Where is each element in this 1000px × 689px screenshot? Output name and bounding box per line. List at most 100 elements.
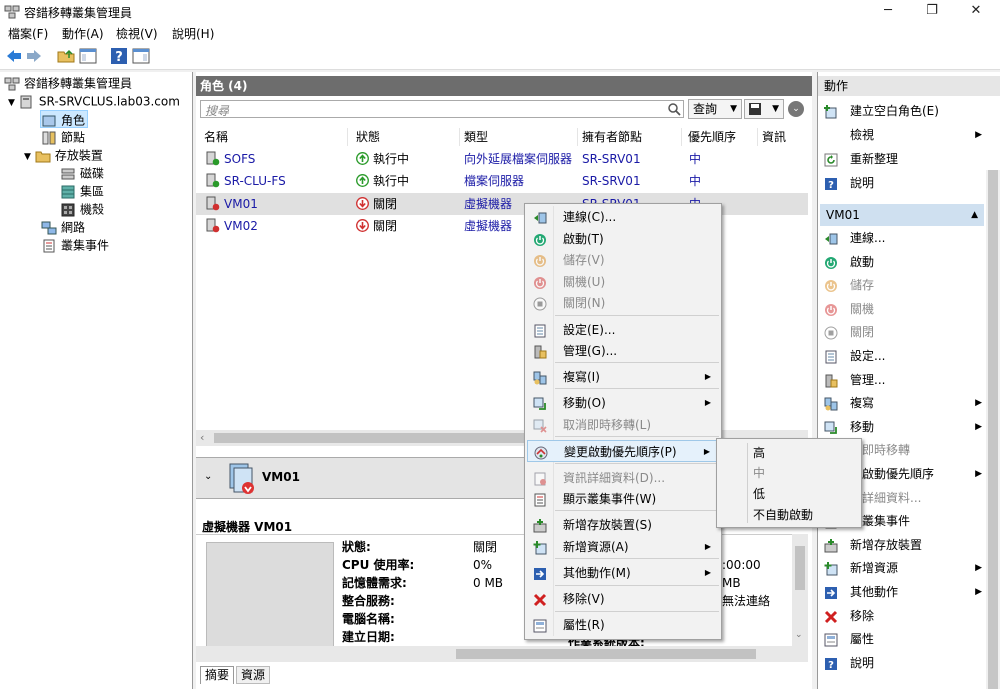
tree-item-cluster-events[interactable]: 叢集事件: [41, 236, 109, 254]
menu-item-manage[interactable]: 管理(G)...: [527, 340, 719, 362]
vm-action-item[interactable]: 啟動: [818, 251, 986, 273]
remove-icon: [824, 609, 838, 623]
vm-action-item[interactable]: 新增資源 ▶: [818, 557, 986, 579]
menu-item-replicate[interactable]: 複寫(I) ▶: [527, 366, 719, 388]
search-icon[interactable]: [667, 102, 681, 116]
menu-item-add-resource[interactable]: 新增資源(A) ▶: [527, 536, 719, 558]
tab-summary[interactable]: 摘要: [200, 666, 235, 684]
tree-root[interactable]: 容錯移轉叢集管理員: [4, 74, 132, 92]
menu-item-more-actions[interactable]: 其他動作(M) ▶: [527, 562, 719, 584]
menu-item-add-storage[interactable]: 新增存放裝置(S): [527, 514, 719, 536]
tree-item-enclosures[interactable]: 機殼: [60, 200, 104, 218]
vm-actions-header[interactable]: VM01 ▲: [820, 204, 984, 226]
column-type[interactable]: 類型: [460, 128, 578, 146]
chevron-down-icon[interactable]: ▼: [8, 98, 15, 108]
tree-item-roles[interactable]: 角色: [40, 110, 88, 128]
menu-action[interactable]: 動作(A): [62, 25, 104, 42]
maximize-button[interactable]: ❐: [922, 2, 942, 20]
search-input[interactable]: 搜尋: [200, 100, 684, 118]
priority-medium[interactable]: 中: [753, 463, 765, 483]
minimize-button[interactable]: ─: [878, 2, 898, 20]
tab-resources[interactable]: 資源: [236, 666, 271, 684]
vm-action-item[interactable]: 關機: [818, 298, 986, 320]
action-item[interactable]: 重新整理: [818, 148, 986, 170]
action-item[interactable]: 檢視 ▶: [818, 124, 986, 146]
submenu-arrow-icon: ▶: [704, 568, 711, 577]
forward-arrow-icon[interactable]: [25, 47, 43, 65]
vm-action-item[interactable]: 其他動作 ▶: [818, 581, 986, 603]
column-priority[interactable]: 優先順序: [684, 128, 758, 146]
vm-action-item[interactable]: 移動 ▶: [818, 416, 986, 438]
scroll-thumb[interactable]: [456, 649, 756, 659]
collapse-icon[interactable]: ⌄: [788, 101, 804, 117]
priority-low[interactable]: 低: [753, 484, 765, 504]
save-query-button[interactable]: ▼: [744, 99, 784, 119]
svg-text:?: ?: [828, 660, 834, 671]
actions-scrollbar[interactable]: [986, 170, 1000, 689]
menu-item-events[interactable]: 顯示叢集事件(W): [527, 488, 719, 510]
menu-item-start[interactable]: 啟動(T): [527, 228, 719, 250]
chevron-down-icon[interactable]: ▼: [24, 152, 31, 162]
scroll-left-icon[interactable]: ‹: [200, 431, 204, 444]
tree-item-nodes[interactable]: 節點: [41, 128, 85, 146]
vm-action-item[interactable]: ? 說明: [818, 652, 986, 674]
running-status-icon: [356, 174, 369, 187]
priority-no-auto-start[interactable]: 不自動啟動: [753, 505, 813, 525]
detail-horizontal-scrollbar[interactable]: [196, 646, 808, 662]
toolbar: ?: [0, 42, 1000, 70]
chevron-down-icon[interactable]: ⌄: [204, 471, 212, 482]
tree-item-storage[interactable]: ▼ 存放裝置: [24, 146, 103, 164]
folder-up-icon[interactable]: [57, 47, 75, 65]
tree-item-disks[interactable]: 磁碟: [60, 164, 104, 182]
menu-file[interactable]: 檔案(F): [8, 25, 48, 42]
vm-action-item[interactable]: 連線...: [818, 227, 986, 249]
tree-cluster[interactable]: ▼ SR-SRVCLUS.lab03.com: [8, 92, 180, 110]
menu-item-save[interactable]: 儲存(V): [527, 249, 719, 271]
column-status[interactable]: 狀態: [352, 128, 460, 146]
vm-action-item[interactable]: 新增存放裝置: [818, 534, 986, 556]
menu-item-turn-off[interactable]: 關閉(N): [527, 292, 719, 314]
show-hide-action-pane-icon[interactable]: [132, 47, 150, 65]
tree-item-networks[interactable]: 網路: [41, 218, 85, 236]
menu-item-shutdown[interactable]: 關機(U): [527, 271, 719, 293]
scroll-thumb[interactable]: [214, 433, 534, 443]
menu-item-cancel-migration[interactable]: 取消即時移轉(L): [527, 414, 719, 436]
vm-action-item[interactable]: 管理...: [818, 369, 986, 391]
table-row[interactable]: SOFS 執行中 向外延展檔案伺服器 SR-SRV01 中: [196, 148, 808, 170]
vm-action-item[interactable]: 儲存: [818, 274, 986, 296]
vm-action-item[interactable]: 關閉: [818, 321, 986, 343]
table-row[interactable]: SR-CLU-FS 執行中 檔案伺服器 SR-SRV01 中: [196, 170, 808, 192]
vm-action-item[interactable]: 複寫 ▶: [818, 392, 986, 414]
show-hide-tree-icon[interactable]: [79, 47, 97, 65]
menu-item-remove[interactable]: 移除(V): [527, 588, 719, 610]
detail-vertical-scrollbar[interactable]: ⌄: [792, 534, 808, 646]
column-owner-node[interactable]: 擁有者節點: [578, 128, 682, 146]
menu-item-info-details[interactable]: 資訊詳細資料(D)...: [527, 467, 719, 489]
tree-item-pools[interactable]: 集區: [60, 182, 104, 200]
vm-action-item[interactable]: 移除: [818, 605, 986, 627]
action-item[interactable]: ? 說明: [818, 172, 986, 194]
save-icon: [533, 253, 547, 267]
menu-item-move[interactable]: 移動(O) ▶: [527, 392, 719, 414]
menu-item-properties[interactable]: 屬性(R): [527, 614, 719, 636]
query-button[interactable]: 查詢 ▼: [688, 99, 742, 119]
vm-action-item[interactable]: 屬性: [818, 628, 986, 650]
close-button[interactable]: ✕: [966, 2, 986, 20]
menu-item-connect[interactable]: 連線(C)...: [527, 206, 719, 228]
scroll-thumb[interactable]: [795, 546, 805, 590]
menu-item-priority[interactable]: 變更啟動優先順序(P) ▶: [527, 440, 719, 462]
menu-item-settings[interactable]: 設定(E)...: [527, 319, 719, 341]
scroll-down-icon[interactable]: ⌄: [795, 630, 803, 640]
cluster-icon: [20, 95, 32, 108]
vm-action-item[interactable]: 設定...: [818, 345, 986, 367]
help-icon[interactable]: ?: [110, 47, 128, 65]
menu-help[interactable]: 說明(H): [172, 25, 214, 42]
row-status: 執行中: [356, 148, 409, 170]
menu-view[interactable]: 檢視(V): [116, 25, 158, 42]
scroll-thumb[interactable]: [988, 170, 998, 689]
priority-high[interactable]: 高: [753, 443, 765, 463]
column-info[interactable]: 資訊: [758, 128, 808, 146]
action-item[interactable]: 建立空白角色(E): [818, 100, 986, 122]
column-name[interactable]: 名稱: [200, 128, 348, 146]
back-arrow-icon[interactable]: [5, 47, 23, 65]
